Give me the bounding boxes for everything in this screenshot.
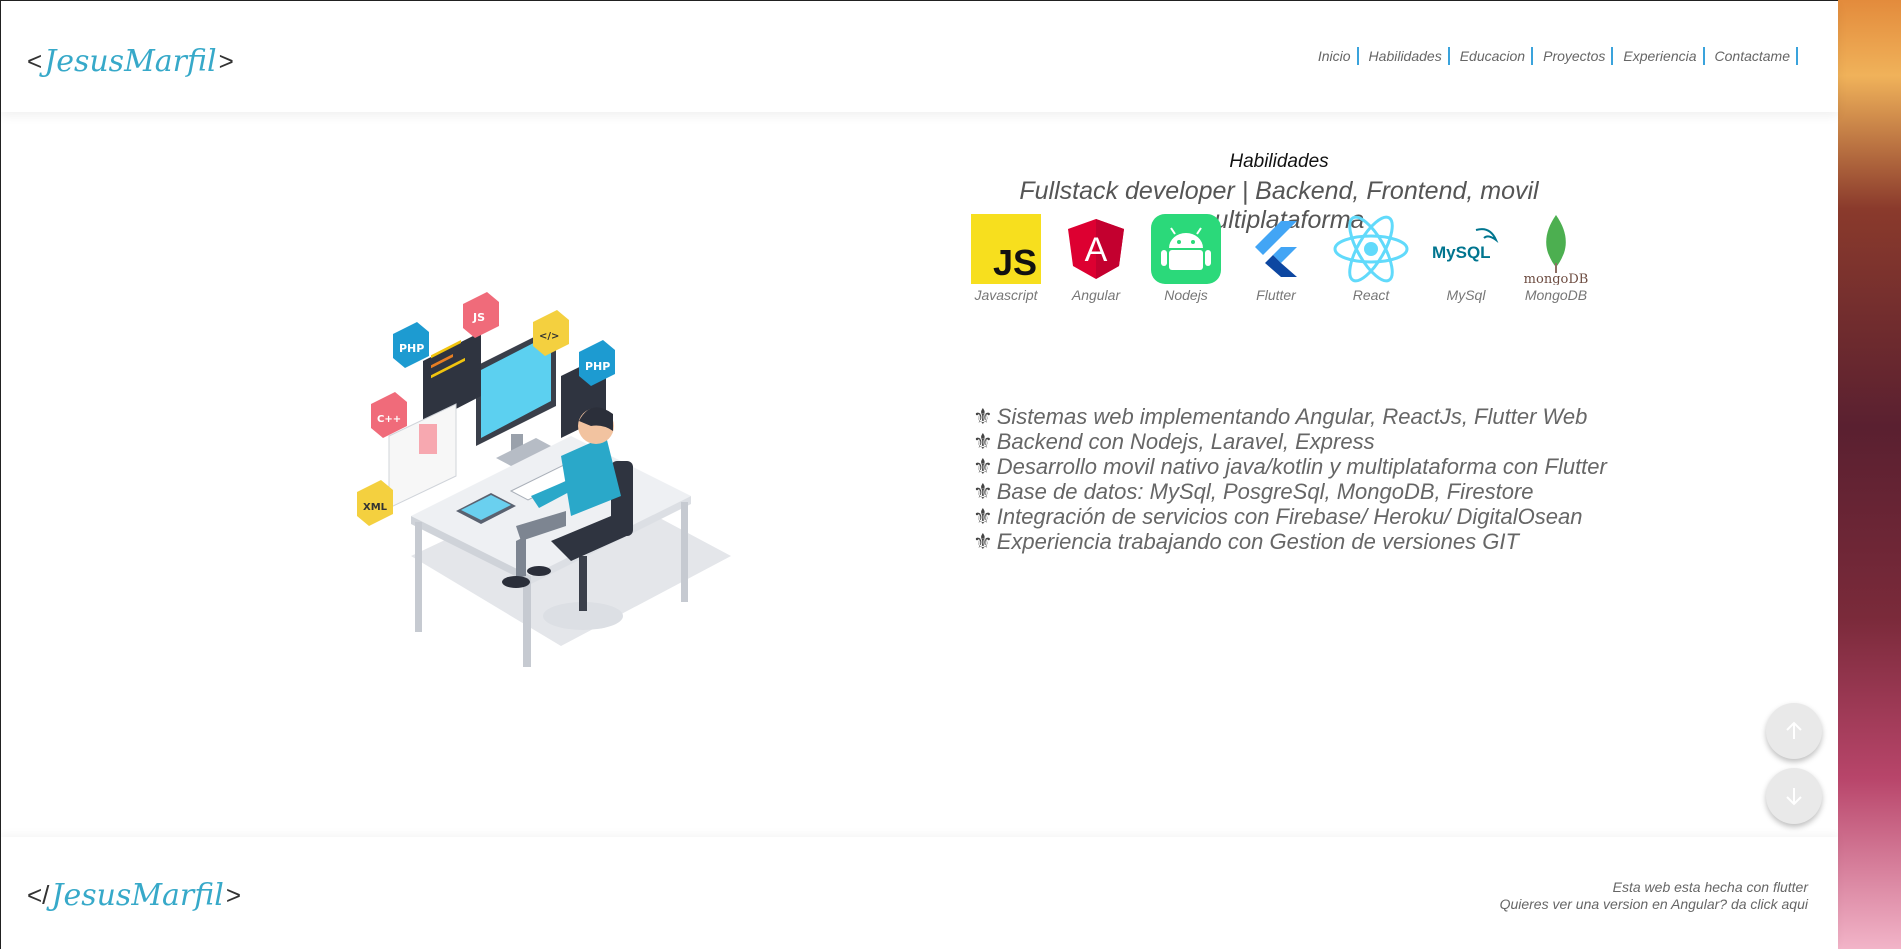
react-icon <box>1330 213 1412 285</box>
fleur-de-lis-icon: ⚜ <box>973 454 993 479</box>
tag-js: JS <box>463 292 499 338</box>
nav-educacion[interactable]: Educacion <box>1450 47 1534 65</box>
mongodb-icon: mongoDB <box>1520 213 1592 285</box>
list-item: ⚜ Desarrollo movil nativo java/kotlin y m… <box>973 454 1607 479</box>
tech-mongodb: mongoDB MongoDB <box>1511 213 1601 303</box>
fleur-de-lis-icon: ⚜ <box>973 429 993 454</box>
footer-line-1: Esta web esta hecha con flutter <box>1612 879 1808 895</box>
tech-label: MySql <box>1446 287 1486 303</box>
desk-leg <box>523 582 531 667</box>
svg-text:PHP: PHP <box>585 360 610 373</box>
angular-icon: A <box>1060 213 1132 285</box>
svg-text:A: A <box>1085 231 1108 269</box>
desk-leg <box>415 522 422 632</box>
svg-text:XML: XML <box>363 502 388 513</box>
nav-contactame[interactable]: Contactame <box>1705 47 1798 65</box>
tech-label: Flutter <box>1256 287 1296 303</box>
page: < JesusMarfil > Inicio Habilidades Educa… <box>0 0 1838 950</box>
footer: </ JesusMarfil > Esta web esta hecha con… <box>1 837 1838 950</box>
tech-mysql: MySQL MySql <box>1421 213 1511 303</box>
svg-text:JS: JS <box>472 311 485 324</box>
tech-label: Javascript <box>974 287 1038 303</box>
scroll-down-button[interactable] <box>1766 768 1822 824</box>
tech-javascript: JS Javascript <box>961 213 1051 303</box>
tech-label: Nodejs <box>1164 287 1208 303</box>
svg-text:mongoDB: mongoDB <box>1524 272 1589 285</box>
skills-list: ⚜ Sistemas web implementando Angular, Rea… <box>973 404 1607 554</box>
site-logo[interactable]: < JesusMarfil > <box>27 39 234 83</box>
logo-bracket-close: > <box>225 879 242 910</box>
svg-text:C++: C++ <box>377 414 401 425</box>
logo-bracket-close: > <box>218 45 234 76</box>
desk-leg <box>681 502 688 602</box>
background-wallpaper <box>1838 0 1901 949</box>
list-item: ⚜ Experiencia trabajando con Gestion de v… <box>973 529 1519 554</box>
svg-text:MySQL: MySQL <box>1432 243 1491 262</box>
fleur-de-lis-icon: ⚜ <box>973 504 993 529</box>
flutter-icon <box>1240 213 1312 285</box>
footer-logo[interactable]: </ JesusMarfil > <box>27 873 241 917</box>
tech-label: Angular <box>1071 287 1121 303</box>
fleur-de-lis-icon: ⚜ <box>973 529 993 554</box>
tag-php-2: PHP <box>579 340 615 386</box>
footer-note: Esta web esta hecha con flutter Quieres … <box>1500 879 1808 913</box>
header: < JesusMarfil > Inicio Habilidades Educa… <box>1 1 1838 112</box>
android-icon <box>1150 213 1222 285</box>
logo-name: JesusMarfil <box>44 43 217 79</box>
mysql-icon: MySQL <box>1430 213 1502 285</box>
tech-react: React <box>1321 213 1421 303</box>
arrow-up-icon <box>1786 721 1802 739</box>
fleur-de-lis-icon: ⚜ <box>973 404 993 429</box>
tag-xml: XML <box>357 480 393 526</box>
nav-habilidades[interactable]: Habilidades <box>1359 47 1450 65</box>
tech-label: MongoDB <box>1524 287 1588 303</box>
logo-bracket-open: < <box>27 45 43 76</box>
svg-text:</>: </> <box>539 331 559 342</box>
list-item: ⚜ Sistemas web implementando Angular, Rea… <box>973 404 1588 429</box>
tag-code: </> <box>533 310 569 356</box>
list-item: ⚜ Integración de servicios con Firebase/ … <box>973 504 1583 529</box>
fleur-de-lis-icon: ⚜ <box>973 479 993 504</box>
logo-name: JesusMarfil <box>51 877 224 913</box>
developer-at-desk-illustration: PHP JS </> PHP C++ XML <box>357 292 731 667</box>
tech-angular: A Angular <box>1051 213 1141 303</box>
svg-text:PHP: PHP <box>399 342 424 355</box>
arrow-down-icon <box>1786 788 1802 806</box>
scroll-up-button[interactable] <box>1766 703 1822 759</box>
javascript-icon: JS <box>970 213 1042 285</box>
tech-flutter: Flutter <box>1231 213 1321 303</box>
tech-nodejs: Nodejs <box>1141 213 1231 303</box>
angular-version-link[interactable]: Quieres ver una version en Angular? da c… <box>1500 896 1808 913</box>
list-item: ⚜ Base de datos: MySql, PosgreSql, MongoD… <box>973 479 1534 504</box>
tech-list: JS Javascript A Angular Nodejs Flutter R… <box>961 213 1601 303</box>
tech-label: React <box>1352 287 1390 303</box>
list-item: ⚜ Backend con Nodejs, Laravel, Express <box>973 429 1375 454</box>
main-nav: Inicio Habilidades Educacion Proyectos E… <box>1308 47 1798 65</box>
logo-bracket-open: </ <box>27 879 50 910</box>
nav-experiencia[interactable]: Experiencia <box>1613 47 1705 65</box>
skills-title: Habilidades <box>1229 151 1329 172</box>
nav-inicio[interactable]: Inicio <box>1308 47 1359 65</box>
nav-proyectos[interactable]: Proyectos <box>1533 47 1614 65</box>
